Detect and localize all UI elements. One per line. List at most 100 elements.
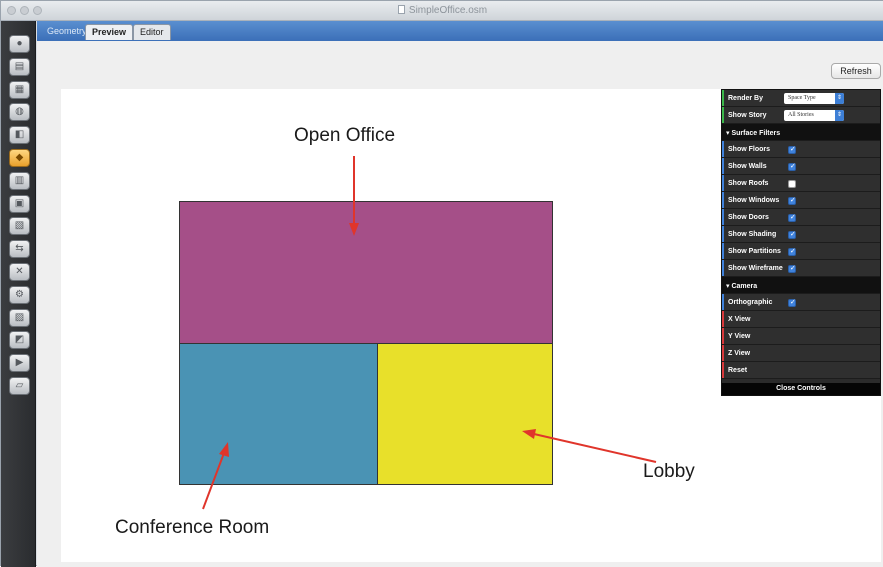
site-icon: ● bbox=[16, 38, 23, 49]
filter-row: Show Roofs bbox=[722, 175, 880, 192]
filter-checkbox[interactable]: ✓ bbox=[788, 146, 796, 154]
camera-label: ▾ Camera bbox=[726, 283, 758, 290]
toolbar-button-spaces[interactable]: ▣ bbox=[9, 194, 30, 213]
row-accent bbox=[722, 294, 724, 310]
filter-row: Show Wireframe ✓ bbox=[722, 260, 880, 277]
filter-checkbox[interactable]: ✓ bbox=[788, 214, 796, 222]
toolbar-button-measures[interactable]: ◩ bbox=[9, 331, 30, 350]
filter-row: Show Partitions ✓ bbox=[722, 243, 880, 260]
toolbar-button-facility[interactable]: ▥ bbox=[9, 171, 30, 190]
render-controls-panel: Render By Space Type ⇕ Show Story All Sto… bbox=[721, 89, 881, 396]
camera-header[interactable]: ▾ Camera bbox=[722, 277, 880, 294]
simulation-settings-icon: ▨ bbox=[14, 311, 25, 323]
building-summary-icon: ✕ bbox=[15, 266, 24, 277]
toolbar-button-constructions[interactable]: ▦ bbox=[9, 80, 30, 99]
run-simulation-icon: ▶ bbox=[15, 357, 24, 369]
filter-checkbox[interactable]: ✓ bbox=[788, 163, 796, 171]
camera-view-label: Z View bbox=[728, 350, 751, 357]
measures-icon: ◩ bbox=[14, 334, 25, 346]
geometry-icon: ◆ bbox=[15, 152, 24, 163]
camera-view-button[interactable]: Y View bbox=[722, 328, 880, 345]
label-open-office: Open Office bbox=[294, 125, 396, 146]
row-accent bbox=[722, 362, 724, 378]
camera-view-button[interactable]: X View bbox=[722, 311, 880, 328]
space-conference-room[interactable] bbox=[179, 343, 378, 485]
show-story-select[interactable]: All Stories ⇕ bbox=[784, 110, 844, 121]
toolbar-button-run-simulation[interactable]: ▶ bbox=[9, 354, 30, 373]
vertical-toolbar: ● ▤ ▦ ◍ ◧ ◆ ▥ ▣ ▧ ⇆ ✕ ⚙ ▨ ◩ ▶ ▱ bbox=[1, 21, 36, 567]
toolbar-button-space-types[interactable]: ◧ bbox=[9, 126, 30, 145]
row-accent bbox=[722, 328, 724, 344]
orthographic-checkbox[interactable]: ✓ bbox=[788, 299, 796, 307]
label-conference-room: Conference Room bbox=[115, 517, 270, 538]
row-accent bbox=[722, 141, 724, 157]
check-icon: ✓ bbox=[790, 265, 796, 272]
app-window: SimpleOffice.osm ● ▤ ▦ ◍ ◧ ◆ ▥ ▣ ▧ ⇆ ✕ ⚙ ▨ ◩ ▶ ▱ Geomet… bbox=[0, 0, 883, 567]
results-summary-icon: ▱ bbox=[15, 380, 24, 391]
close-controls-button[interactable]: Close Controls bbox=[722, 383, 880, 395]
row-accent bbox=[722, 243, 724, 259]
toolbar-button-site[interactable]: ● bbox=[9, 35, 30, 53]
toolbar-button-hvac-systems[interactable]: ⇆ bbox=[9, 240, 30, 259]
window-title-text: SimpleOffice.osm bbox=[408, 5, 488, 16]
filter-checkbox[interactable]: ✓ bbox=[788, 197, 796, 205]
filter-row: Show Walls ✓ bbox=[722, 158, 880, 175]
filter-checkbox[interactable]: ✓ bbox=[788, 248, 796, 256]
filter-checkbox[interactable]: ✓ bbox=[788, 265, 796, 273]
check-icon: ✓ bbox=[790, 197, 796, 204]
toolbar-button-loads[interactable]: ◍ bbox=[9, 103, 30, 122]
show-story-label: Show Story bbox=[728, 112, 767, 119]
check-icon: ✓ bbox=[790, 299, 796, 306]
chevron-down-icon: ⇕ bbox=[835, 110, 844, 121]
surface-filters-header[interactable]: ▾ Surface Filters bbox=[722, 124, 880, 141]
filter-row: Show Floors ✓ bbox=[722, 141, 880, 158]
tab-preview[interactable]: Preview bbox=[85, 24, 134, 40]
camera-text: Camera bbox=[731, 283, 758, 290]
row-accent bbox=[722, 311, 724, 327]
render-by-label: Render By bbox=[728, 95, 764, 102]
filter-label: Show Floors bbox=[728, 146, 770, 153]
filter-label: Show Doors bbox=[728, 214, 769, 221]
check-icon: ✓ bbox=[790, 214, 796, 221]
filter-checkbox[interactable] bbox=[788, 180, 796, 188]
thermal-zones-icon: ▧ bbox=[14, 220, 25, 232]
filter-row: Show Windows ✓ bbox=[722, 192, 880, 209]
show-story-row: Show Story All Stories ⇕ bbox=[722, 107, 880, 124]
loads-icon: ◍ bbox=[15, 106, 24, 118]
space-types-icon: ◧ bbox=[14, 129, 25, 141]
filter-checkbox[interactable]: ✓ bbox=[788, 231, 796, 239]
chevron-down-icon: ⇕ bbox=[835, 93, 844, 104]
surface-filters-label: ▾ Surface Filters bbox=[726, 130, 781, 137]
check-icon: ✓ bbox=[790, 248, 796, 255]
facility-icon: ▥ bbox=[14, 174, 25, 186]
constructions-icon: ▦ bbox=[14, 83, 25, 95]
tab-editor[interactable]: Editor bbox=[133, 24, 171, 40]
toolbar-button-geometry[interactable]: ◆ bbox=[9, 149, 30, 167]
render-by-select[interactable]: Space Type ⇕ bbox=[784, 93, 844, 104]
document-icon bbox=[397, 5, 405, 14]
toolbar-button-building-summary[interactable]: ✕ bbox=[9, 263, 30, 281]
spaces-icon: ▣ bbox=[14, 197, 25, 209]
row-accent bbox=[722, 158, 724, 174]
hvac-systems-icon: ⇆ bbox=[15, 243, 24, 255]
filter-row: Show Doors ✓ bbox=[722, 209, 880, 226]
title-bar: SimpleOffice.osm bbox=[1, 1, 883, 21]
toolbar-button-thermal-zones[interactable]: ▧ bbox=[9, 217, 30, 236]
label-lobby: Lobby bbox=[643, 461, 695, 482]
toolbar-button-results-summary[interactable]: ▱ bbox=[9, 377, 30, 395]
filter-label: Show Wireframe bbox=[728, 265, 783, 272]
space-open-office[interactable] bbox=[179, 201, 553, 344]
show-story-value: All Stories bbox=[788, 112, 814, 118]
filter-row: Show Shading ✓ bbox=[722, 226, 880, 243]
toolbar-button-simulation-settings[interactable]: ▨ bbox=[9, 308, 30, 327]
refresh-button[interactable]: Refresh bbox=[831, 63, 881, 79]
camera-view-button[interactable]: Reset bbox=[722, 362, 880, 379]
toolbar-button-output-variables[interactable]: ⚙ bbox=[9, 285, 30, 304]
row-accent bbox=[722, 260, 724, 276]
tab-strip: Geometry Preview Editor bbox=[37, 21, 883, 41]
camera-view-label: Y View bbox=[728, 333, 751, 340]
space-lobby[interactable] bbox=[377, 343, 553, 485]
camera-view-button[interactable]: Z View bbox=[722, 345, 880, 362]
filter-label: Show Roofs bbox=[728, 180, 769, 187]
toolbar-button-schedules[interactable]: ▤ bbox=[9, 57, 30, 76]
